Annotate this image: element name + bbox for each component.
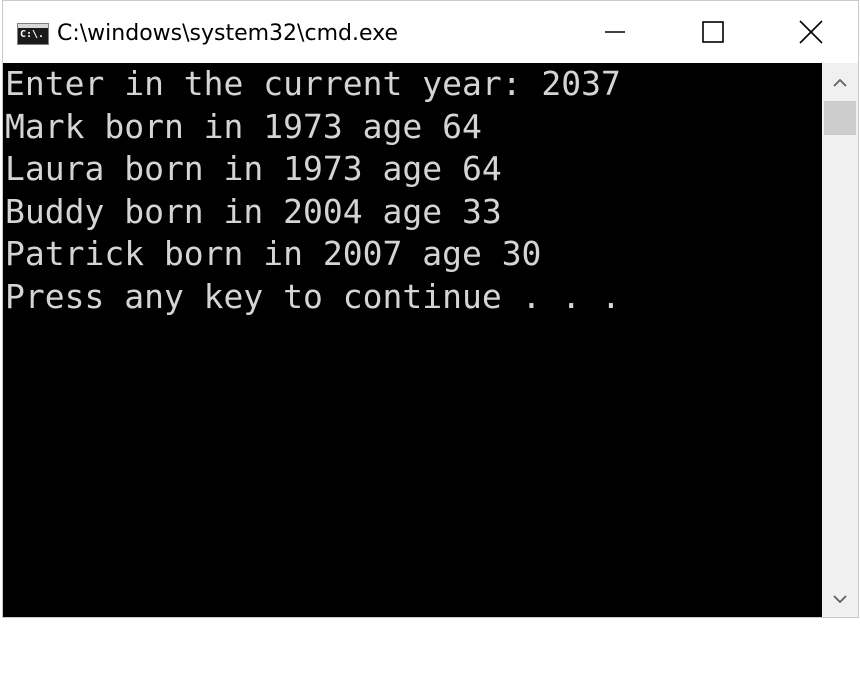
scroll-down-button[interactable] bbox=[822, 581, 858, 617]
maximize-icon bbox=[702, 21, 724, 43]
minimize-button[interactable] bbox=[566, 1, 664, 63]
title-bar[interactable]: C:\. C:\windows\system32\cmd.exe bbox=[3, 1, 858, 63]
close-button[interactable] bbox=[762, 1, 860, 63]
chevron-down-icon bbox=[833, 595, 847, 604]
scroll-thumb[interactable] bbox=[824, 101, 856, 135]
console-line: Laura born in 1973 age 64 bbox=[5, 149, 502, 188]
chevron-up-icon bbox=[833, 78, 847, 87]
cmd-app-icon[interactable]: C:\. bbox=[17, 23, 49, 45]
window-title: C:\windows\system32\cmd.exe bbox=[57, 21, 398, 46]
console-line: Enter in the current year: 2037 bbox=[5, 64, 621, 103]
console-line: Mark born in 1973 age 64 bbox=[5, 107, 482, 146]
vertical-scrollbar[interactable] bbox=[822, 63, 858, 617]
close-icon bbox=[799, 20, 823, 44]
console-line: Buddy born in 2004 age 33 bbox=[5, 192, 502, 231]
cmd-window: C:\. C:\windows\system32\cmd.exe Enter i… bbox=[2, 0, 859, 618]
console-line: Patrick born in 2007 age 30 bbox=[5, 234, 542, 273]
maximize-button[interactable] bbox=[664, 1, 762, 63]
minimize-icon bbox=[605, 31, 625, 33]
app-icon-label: C:\. bbox=[20, 29, 45, 40]
console-line: Press any key to continue . . . bbox=[5, 277, 621, 316]
scroll-up-button[interactable] bbox=[822, 65, 858, 101]
console-output[interactable]: Enter in the current year: 2037 Mark bor… bbox=[3, 63, 822, 617]
